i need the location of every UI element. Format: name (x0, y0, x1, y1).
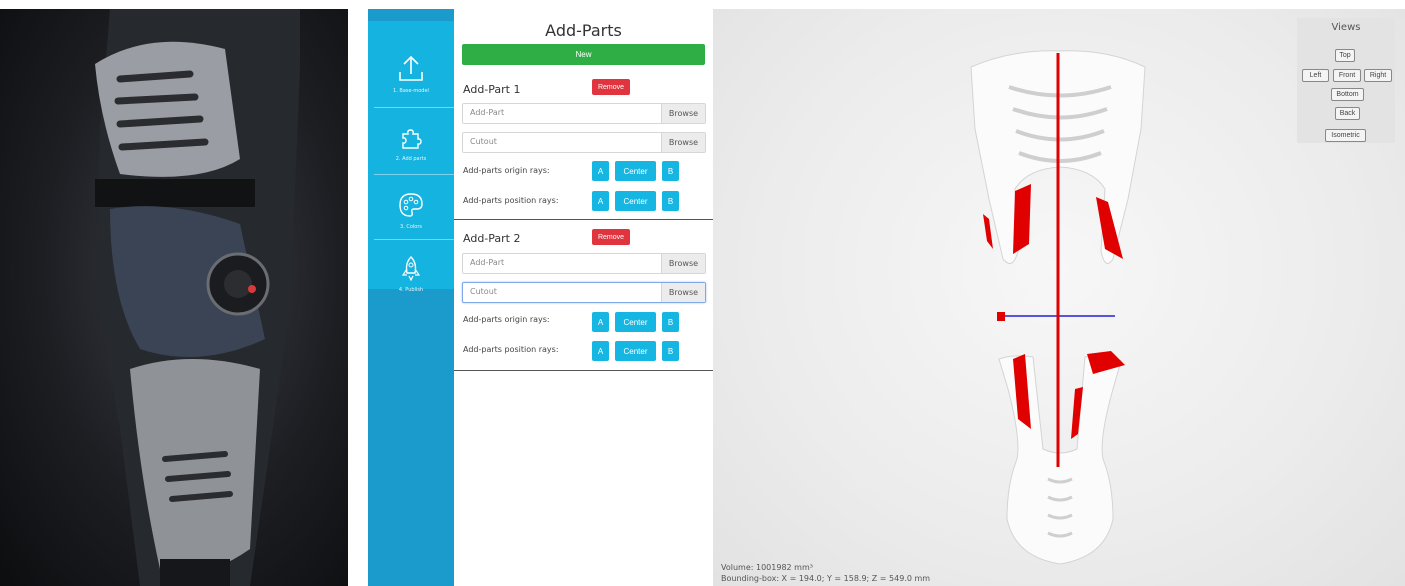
step-label: 2. Add parts (395, 156, 427, 162)
origin-ray-center-button[interactable]: Center (615, 161, 656, 181)
browse-button[interactable]: Browse (661, 254, 705, 273)
origin-ray-center-button[interactable]: Center (615, 312, 656, 332)
origin-rays-label: Add-parts origin rays: (463, 315, 550, 324)
cutout-file-field[interactable]: Cutout Browse (462, 282, 706, 303)
step-divider (374, 107, 454, 108)
bounding-box-readout: Bounding-box: X = 194.0; Y = 158.9; Z = … (721, 574, 931, 583)
part-divider (454, 370, 713, 371)
position-rays-label: Add-parts position rays: (463, 196, 559, 205)
view-top-button[interactable]: Top (1335, 49, 1355, 62)
cutout-input[interactable]: Cutout (470, 287, 497, 296)
position-ray-a-button[interactable]: A (592, 341, 609, 361)
remove-button[interactable]: Remove (592, 79, 630, 95)
knee-brace-illustration (95, 9, 300, 586)
add-part-file-field[interactable]: Add-Part Browse (462, 253, 706, 274)
position-ray-a-button[interactable]: A (592, 191, 609, 211)
views-panel: Views Top Left Front Right Bottom Back I… (1297, 18, 1395, 143)
position-ray-center-button[interactable]: Center (615, 191, 656, 211)
views-title: Views (1331, 22, 1361, 33)
model-stats: Volume: 1001982 mm³ Bounding-box: X = 19… (721, 562, 930, 584)
step-sidebar: 1. Base-model 2. Add parts 3. Colors 4. … (368, 9, 454, 586)
origin-rays-label: Add-parts origin rays: (463, 166, 550, 175)
step-add-parts[interactable]: 2. Add parts (368, 111, 454, 177)
palette-icon (399, 193, 423, 217)
add-part-input[interactable]: Add-Part (470, 108, 504, 117)
part-title: Add-Part 1 (463, 83, 521, 96)
cutout-file-field[interactable]: Cutout Browse (462, 132, 706, 153)
view-back-button[interactable]: Back (1335, 107, 1360, 120)
volume-readout: Volume: 1001982 mm³ (721, 563, 813, 572)
view-left-button[interactable]: Left (1302, 69, 1329, 82)
step-label: 4. Publish (398, 287, 424, 293)
browse-button[interactable]: Browse (661, 133, 705, 152)
puzzle-icon (402, 129, 422, 149)
position-ray-center-button[interactable]: Center (615, 341, 656, 361)
part-title: Add-Part 2 (463, 232, 521, 245)
position-ray-b-button[interactable]: B (662, 341, 679, 361)
part-divider (454, 219, 713, 220)
new-button[interactable]: New (462, 44, 705, 65)
step-publish[interactable]: 4. Publish (368, 241, 454, 307)
view-bottom-button[interactable]: Bottom (1331, 88, 1364, 101)
origin-ray-b-button[interactable]: B (662, 312, 679, 332)
browse-button[interactable]: Browse (661, 283, 705, 302)
add-part-section: Add-Part 1 Remove Add-Part Browse Cutout… (454, 75, 713, 220)
cutout-input[interactable]: Cutout (470, 137, 497, 146)
step-label: 1. Base-model (393, 88, 429, 94)
step-divider (374, 239, 454, 240)
rocket-icon (401, 256, 421, 281)
step-divider (374, 174, 454, 175)
view-isometric-button[interactable]: Isometric (1325, 129, 1366, 142)
panel-title: Add-Parts (545, 21, 622, 40)
browse-button[interactable]: Browse (661, 104, 705, 123)
view-right-button[interactable]: Right (1364, 69, 1392, 82)
step-colors[interactable]: 3. Colors (368, 178, 454, 244)
position-ray-b-button[interactable]: B (662, 191, 679, 211)
origin-ray-b-button[interactable]: B (662, 161, 679, 181)
view-front-button[interactable]: Front (1333, 69, 1361, 82)
origin-ray-a-button[interactable]: A (592, 312, 609, 332)
upload-icon (399, 55, 423, 81)
position-rays-label: Add-parts position rays: (463, 345, 559, 354)
add-part-input[interactable]: Add-Part (470, 258, 504, 267)
add-part-section: Add-Part 2 Remove Add-Part Browse Cutout… (454, 224, 713, 369)
step-list: 1. Base-model 2. Add parts 3. Colors 4. … (368, 21, 454, 293)
knee-brace-photo (0, 9, 348, 586)
origin-ray-a-button[interactable]: A (592, 161, 609, 181)
remove-button[interactable]: Remove (592, 229, 630, 245)
3d-viewport[interactable]: Views Top Left Front Right Bottom Back I… (713, 9, 1405, 586)
add-parts-panel: Add-Parts New Add-Part 1 Remove Add-Part… (454, 9, 713, 586)
add-part-file-field[interactable]: Add-Part Browse (462, 103, 706, 124)
step-base-model[interactable]: 1. Base-model (368, 41, 454, 107)
step-label: 3. Colors (399, 224, 423, 230)
